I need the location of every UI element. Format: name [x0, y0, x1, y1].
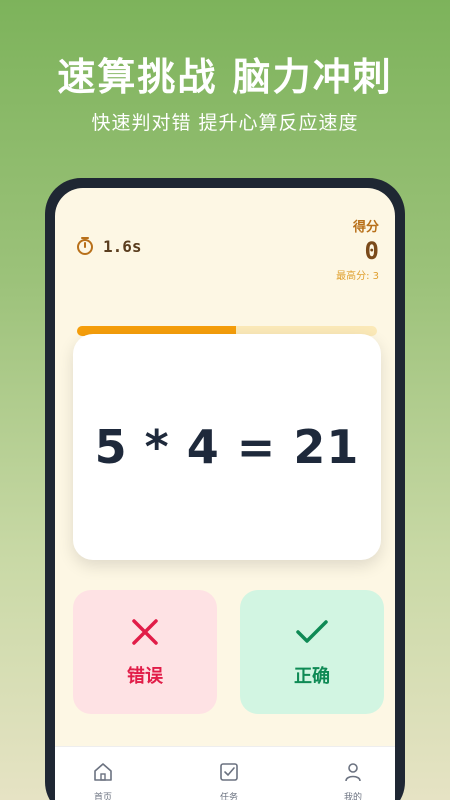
task-checkbox-icon	[218, 761, 240, 786]
person-icon	[342, 761, 364, 786]
timer-value: 1.6s	[103, 236, 142, 256]
hero-subtitle: 快速判对错 提升心算反应速度	[91, 112, 359, 134]
app-screen: 1.6s 得分 0 最高分: 3 5 * 4 = 21 错误 正确 首页 任务 …	[55, 188, 395, 800]
phone-frame: 1.6s 得分 0 最高分: 3 5 * 4 = 21 错误 正确 首页 任务 …	[45, 178, 405, 800]
stopwatch-icon	[75, 236, 95, 256]
check-icon	[294, 616, 330, 652]
tab-home-label: 首页	[93, 793, 112, 800]
question-card: 5 * 4 = 21	[73, 334, 381, 560]
tab-tasks-label: 任务	[219, 793, 238, 800]
score-value: 0	[364, 237, 379, 265]
home-icon	[92, 761, 114, 786]
tab-mine-label: 我的	[343, 793, 362, 800]
hero-title: 速算挑战 脑力冲刺	[57, 55, 393, 99]
correct-button[interactable]: 正确	[240, 590, 384, 714]
bottom-tab-bar: 首页 任务 我的	[55, 746, 395, 800]
timer: 1.6s	[75, 236, 142, 256]
tab-tasks[interactable]: 任务	[199, 761, 259, 800]
score-label: 得分	[352, 220, 379, 235]
tab-home[interactable]: 首页	[73, 761, 133, 800]
equation-text: 5 * 4 = 21	[94, 420, 360, 474]
best-score: 最高分: 3	[336, 271, 379, 282]
score-box: 得分 0 最高分: 3	[336, 216, 379, 282]
correct-button-label: 正确	[294, 666, 330, 687]
close-icon	[129, 616, 161, 652]
wrong-button-label: 错误	[127, 666, 163, 687]
wrong-button[interactable]: 错误	[73, 590, 217, 714]
tab-mine[interactable]: 我的	[323, 761, 383, 800]
